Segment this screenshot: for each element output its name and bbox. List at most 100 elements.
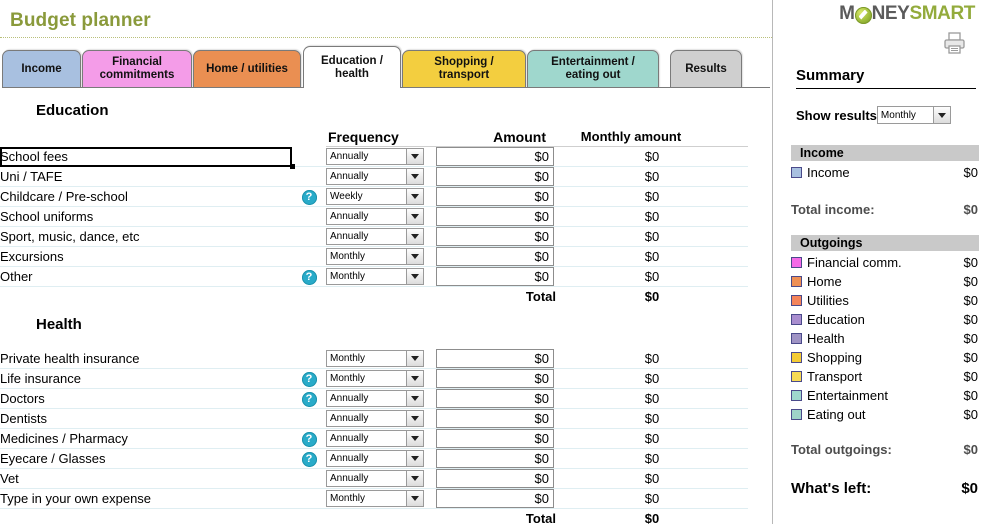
help-icon[interactable]: ? xyxy=(301,372,317,387)
total-label: Total outgoings: xyxy=(791,442,892,457)
amount-input[interactable]: $0 xyxy=(436,166,554,186)
table-row: Doctors? Annually $0 $0 xyxy=(0,388,748,409)
tab-results[interactable]: Results xyxy=(670,50,742,88)
expense-label[interactable]: Dentists xyxy=(0,408,292,429)
expense-label[interactable]: Life insurance xyxy=(0,368,292,389)
summary-row-label: Home xyxy=(807,274,842,289)
expense-label[interactable]: School uniforms xyxy=(0,206,292,227)
table-row: Type in your own expense Monthly $0 $0 xyxy=(0,488,748,509)
frequency-value: Monthly xyxy=(330,271,366,282)
expense-label[interactable]: Vet xyxy=(0,468,292,489)
fill-handle[interactable] xyxy=(290,164,295,169)
amount-input[interactable]: $0 xyxy=(436,186,554,206)
summary-row-label: Entertainment xyxy=(807,388,888,403)
frequency-select[interactable]: Annually xyxy=(326,430,424,447)
amount-input[interactable]: $0 xyxy=(436,206,554,226)
amount-input[interactable]: $0 xyxy=(436,226,554,246)
chevron-down-icon xyxy=(406,269,423,284)
expense-label[interactable]: Excursions xyxy=(0,246,292,267)
amount-input[interactable]: $0 xyxy=(436,348,554,368)
summary-row-value: $0 xyxy=(963,407,978,422)
amount-input[interactable]: $0 xyxy=(436,468,554,488)
help-icon[interactable]: ? xyxy=(301,452,317,467)
expense-label[interactable]: Doctors xyxy=(0,388,292,409)
amount-input[interactable]: $0 xyxy=(436,388,554,408)
budget-planner-app: Budget planner Income Financial commitment… xyxy=(0,0,981,524)
help-icon[interactable]: ? xyxy=(301,432,317,447)
table-row: Other? Monthly $0 $0 xyxy=(0,266,748,287)
monthly-amount-value: $0 xyxy=(556,428,748,449)
frequency-value: Annually xyxy=(330,171,369,182)
help-cell: ? xyxy=(292,186,326,207)
monthly-amount-value: $0 xyxy=(556,246,748,267)
frequency-value: Weekly xyxy=(330,191,363,202)
expense-label[interactable]: Private health insurance xyxy=(0,349,292,369)
monthly-amount-value: $0 xyxy=(556,146,748,167)
frequency-select[interactable]: Monthly xyxy=(326,350,424,367)
tab-shopping[interactable]: Shopping / transport xyxy=(402,50,526,88)
help-cell: ? xyxy=(292,388,326,409)
tab-income[interactable]: Income xyxy=(2,50,81,88)
column-header-frequency: Frequency xyxy=(326,127,436,147)
summary-row-outgoing: Home $0 xyxy=(791,272,980,291)
amount-input[interactable]: $0 xyxy=(436,488,554,508)
amount-input[interactable]: $0 xyxy=(436,448,554,468)
total-income-row: Total income: $0 xyxy=(791,202,980,217)
help-cell: ? xyxy=(292,266,326,287)
summary-row-outgoing: Financial comm. $0 xyxy=(791,253,980,272)
chevron-down-icon xyxy=(406,189,423,204)
frequency-select[interactable]: Annually xyxy=(326,168,424,185)
color-swatch xyxy=(791,295,802,306)
total-row: Total $0 xyxy=(0,287,748,307)
help-icon[interactable]: ? xyxy=(301,392,317,407)
amount-input[interactable]: $0 xyxy=(436,266,554,286)
tab-home-utilities[interactable]: Home / utilities xyxy=(193,50,301,88)
summary-title: Summary xyxy=(796,67,865,84)
expense-label[interactable]: Childcare / Pre-school xyxy=(0,186,292,207)
frequency-select[interactable]: Annually xyxy=(326,228,424,245)
frequency-select[interactable]: Monthly xyxy=(326,370,424,387)
show-results-label: Show results xyxy=(796,107,877,123)
expense-label[interactable]: Other xyxy=(0,266,292,287)
frequency-select[interactable]: Monthly xyxy=(326,248,424,265)
frequency-select[interactable]: Annually xyxy=(326,410,424,427)
help-icon[interactable]: ? xyxy=(301,190,317,205)
monthly-amount-value: $0 xyxy=(556,488,748,509)
chevron-down-icon xyxy=(406,411,423,426)
chevron-down-icon xyxy=(406,391,423,406)
summary-row-label: Education xyxy=(807,312,865,327)
frequency-select[interactable]: Annually xyxy=(326,470,424,487)
summary-row-label: Eating out xyxy=(807,407,866,422)
chevron-down-icon xyxy=(406,229,423,244)
expense-label[interactable]: Medicines / Pharmacy xyxy=(0,428,292,449)
frequency-select[interactable]: Monthly xyxy=(326,490,424,507)
show-results-select[interactable]: Monthly xyxy=(876,106,951,124)
frequency-select[interactable]: Monthly xyxy=(326,268,424,285)
frequency-select[interactable]: Weekly xyxy=(326,188,424,205)
amount-input[interactable]: $0 xyxy=(436,428,554,448)
frequency-select[interactable]: Annually xyxy=(326,148,424,165)
amount-input[interactable]: $0 xyxy=(436,408,554,428)
tab-entertainment[interactable]: Entertainment / eating out xyxy=(527,50,659,88)
amount-input[interactable]: $0 xyxy=(436,246,554,266)
frequency-value: Annually xyxy=(330,211,369,222)
summary-row-value: $0 xyxy=(963,388,978,403)
amount-input[interactable]: $0 xyxy=(436,368,554,388)
total-label: Total xyxy=(525,511,556,524)
expense-label[interactable]: Sport, music, dance, etc xyxy=(0,226,292,247)
expense-label[interactable]: Type in your own expense xyxy=(0,488,292,509)
amount-input[interactable]: $0 xyxy=(436,146,554,166)
expense-label[interactable]: School fees xyxy=(0,146,295,169)
help-icon[interactable]: ? xyxy=(301,270,317,285)
expense-label[interactable]: Uni / TAFE xyxy=(0,166,292,187)
frequency-select[interactable]: Annually xyxy=(326,208,424,225)
amount-cell: $0 xyxy=(436,166,556,187)
table-row: Uni / TAFE Annually $0 $0 xyxy=(0,166,748,187)
tab-financial[interactable]: Financial commitments xyxy=(82,50,192,88)
expense-label[interactable]: Eyecare / Glasses xyxy=(0,448,292,469)
frequency-select[interactable]: Annually xyxy=(326,450,424,467)
tab-education[interactable]: Education / health xyxy=(303,46,401,88)
printer-icon[interactable] xyxy=(943,32,967,54)
frequency-select[interactable]: Annually xyxy=(326,390,424,407)
frequency-cell: Annually xyxy=(326,408,436,429)
